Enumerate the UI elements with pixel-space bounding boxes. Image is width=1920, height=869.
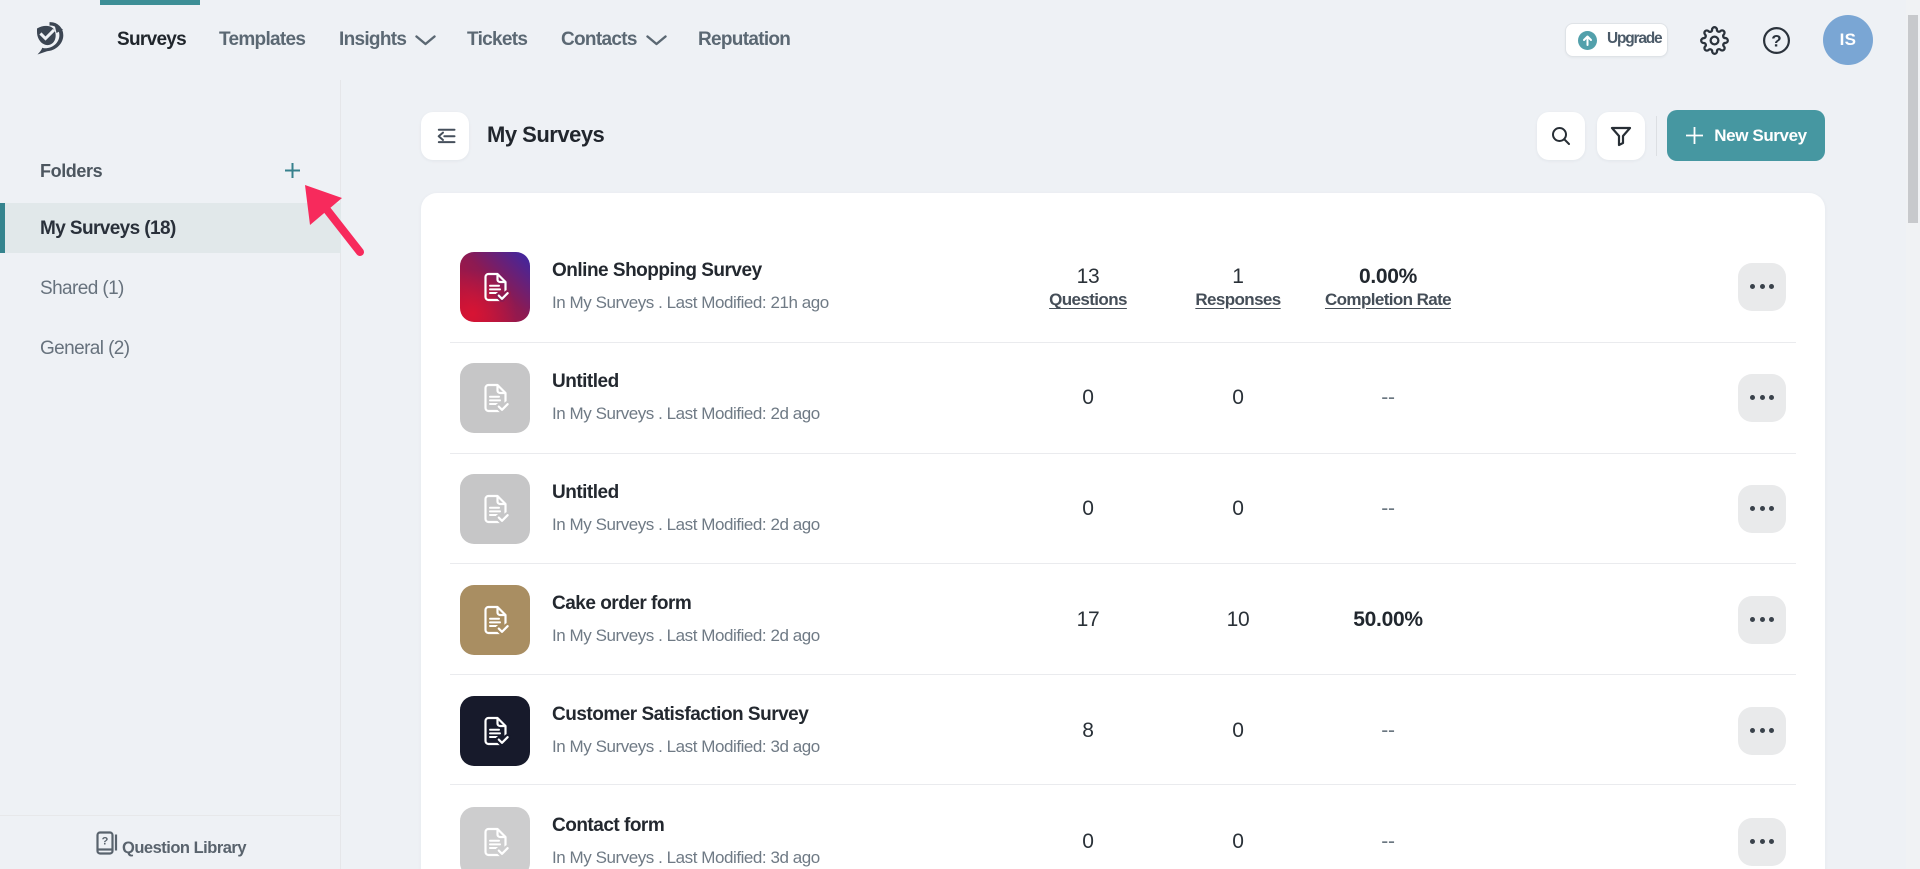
svg-text:?: ? [102, 836, 109, 848]
svg-text:?: ? [1771, 32, 1781, 51]
